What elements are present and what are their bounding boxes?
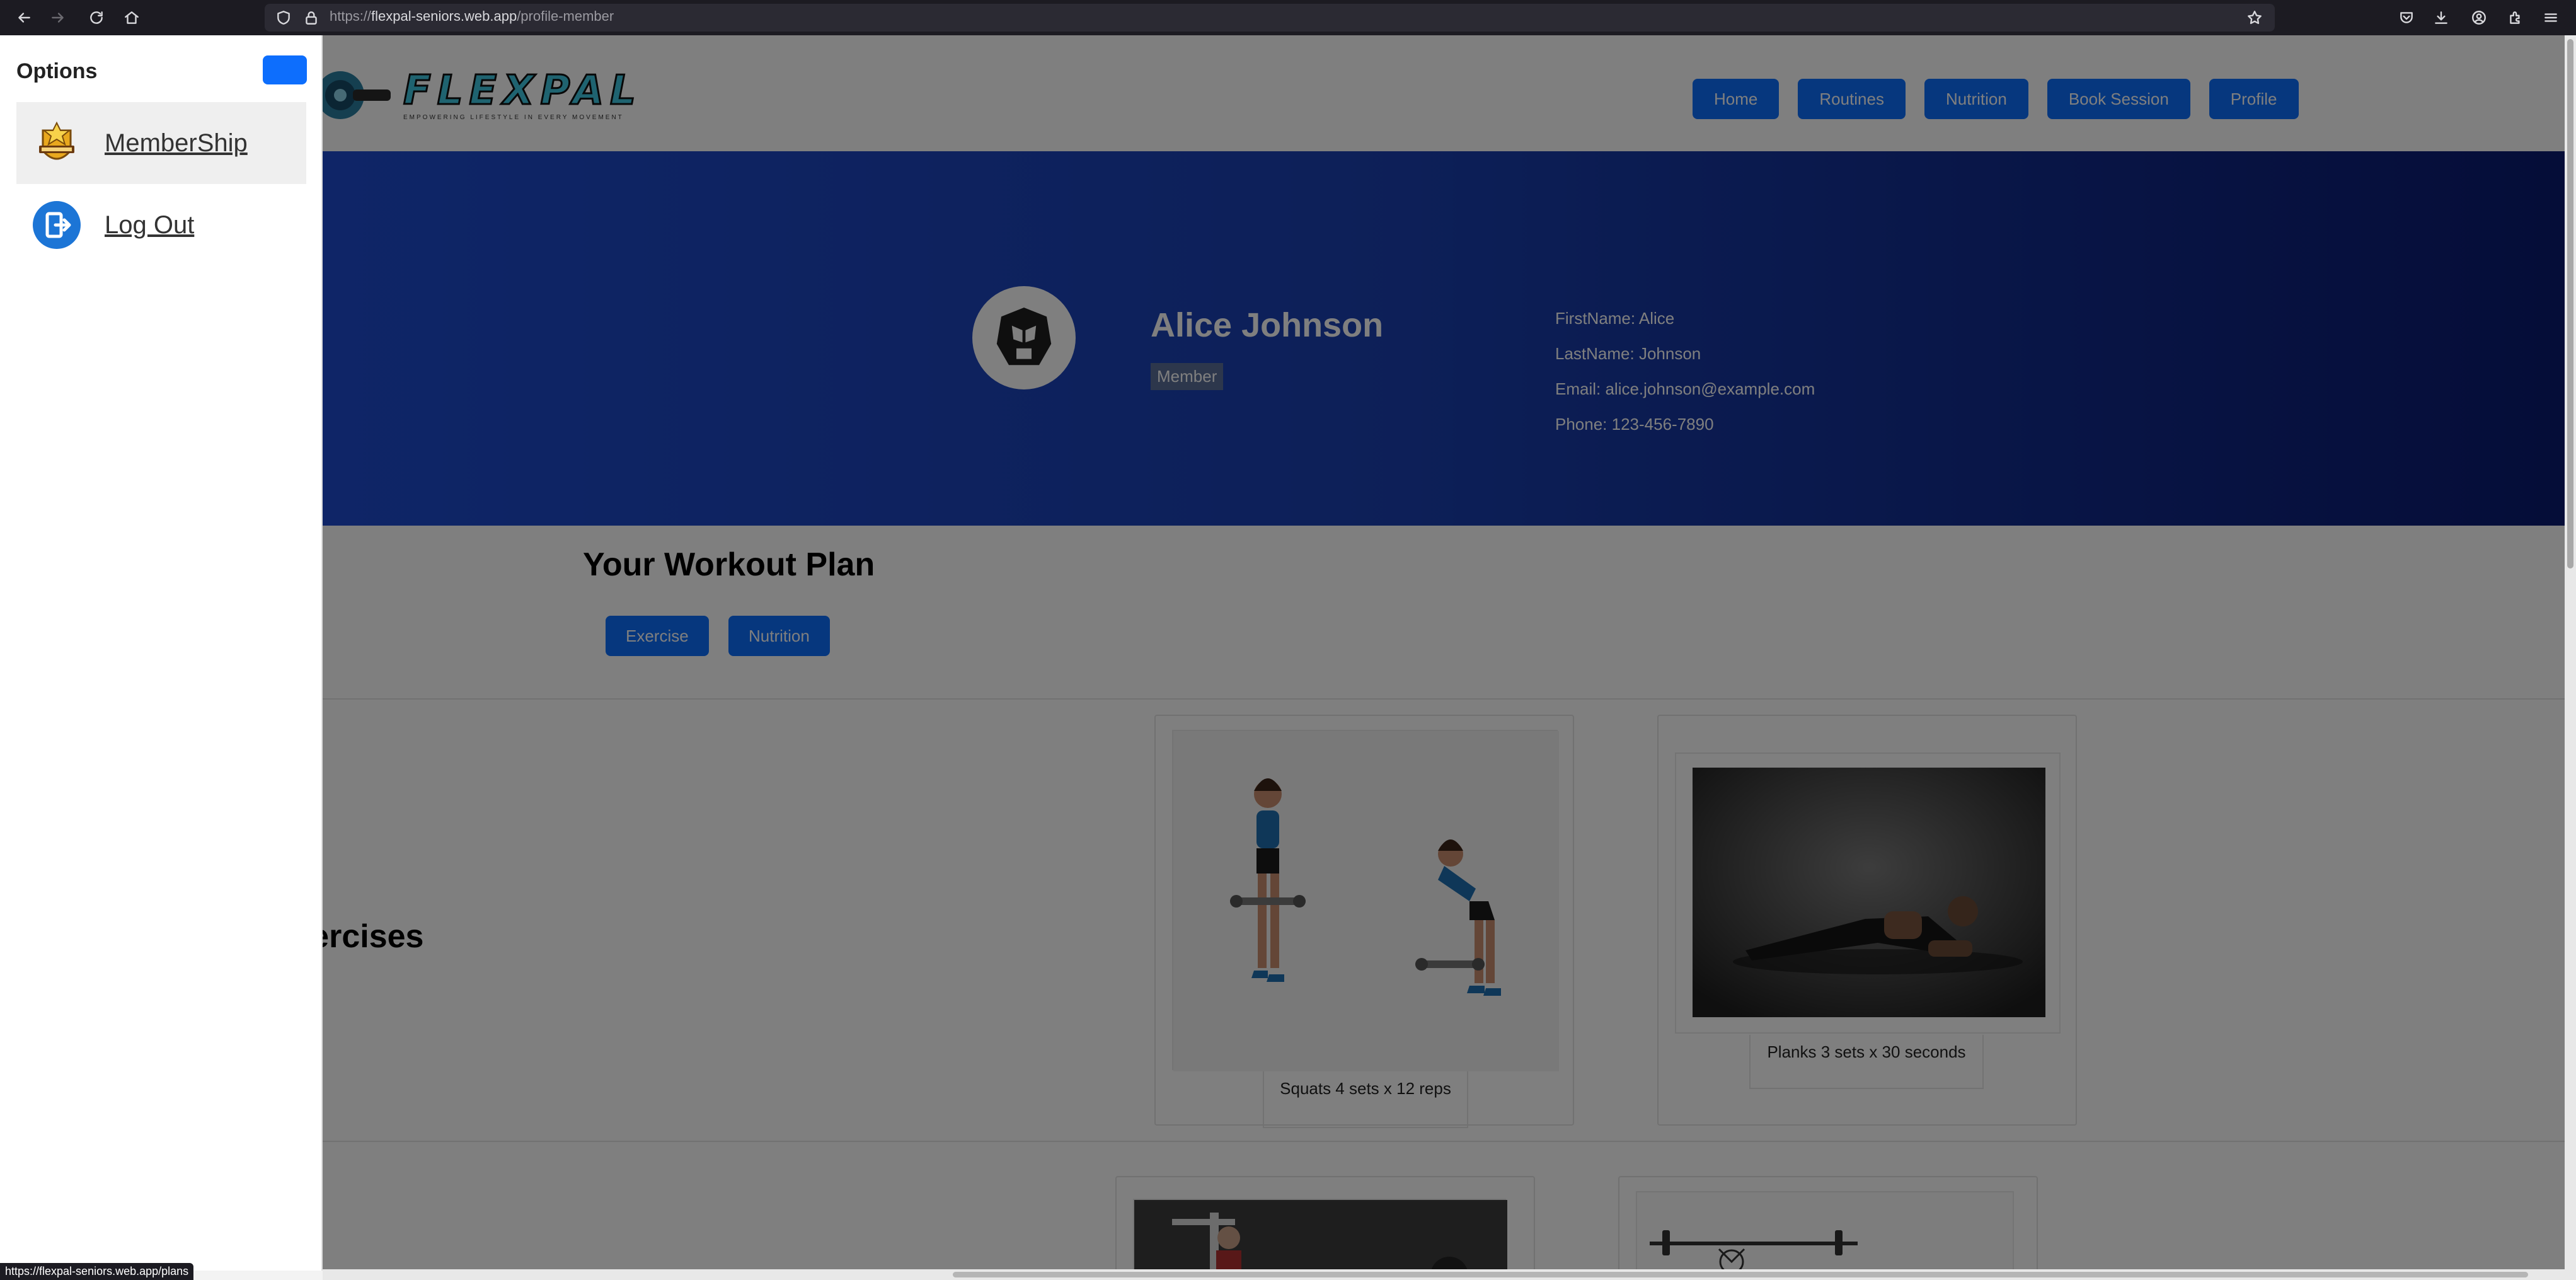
account-icon[interactable]	[2466, 5, 2492, 30]
vertical-scrollbar[interactable]	[2565, 35, 2576, 1280]
logout-link[interactable]: Log Out	[105, 211, 194, 239]
vertical-scroll-thumb[interactable]	[2567, 39, 2573, 568]
status-url: https://flexpal-seniors.web.app/plans	[0, 1263, 194, 1280]
membership-link[interactable]: MemberShip	[105, 129, 248, 158]
url-text[interactable]: https://flexpal-seniors.web.app/profile-…	[330, 8, 614, 25]
offcanvas-item-membership[interactable]: MemberShip	[16, 102, 306, 184]
shield-icon[interactable]	[271, 5, 296, 30]
horizontal-scrollbar[interactable]	[323, 1269, 2565, 1280]
browser-toolbar: https://flexpal-seniors.web.app/profile-…	[0, 0, 2576, 35]
offcanvas-title: Options	[16, 59, 98, 83]
lock-icon[interactable]	[299, 5, 324, 30]
options-offcanvas: Options MemberShip Log Out	[0, 35, 323, 1271]
pocket-icon[interactable]	[2394, 5, 2419, 30]
url-protocol: https://	[330, 8, 372, 24]
logout-icon	[32, 200, 82, 250]
offcanvas-item-logout[interactable]: Log Out	[16, 184, 306, 266]
horizontal-scroll-thumb[interactable]	[953, 1272, 2528, 1277]
url-path: /profile-member	[517, 8, 614, 24]
home-icon[interactable]	[119, 5, 144, 30]
downloads-icon[interactable]	[2429, 5, 2454, 30]
forward-icon[interactable]	[45, 5, 71, 30]
membership-badge-icon	[32, 118, 82, 168]
extensions-icon[interactable]	[2503, 5, 2528, 30]
offcanvas-backdrop[interactable]	[0, 35, 2565, 1271]
bookmark-star-icon[interactable]	[2242, 5, 2267, 30]
url-domain: flexpal-seniors.web.app	[371, 8, 517, 24]
menu-icon[interactable]	[2538, 5, 2563, 30]
reload-icon[interactable]	[84, 5, 109, 30]
offcanvas-close-button[interactable]	[263, 55, 307, 84]
back-icon[interactable]	[11, 5, 37, 30]
